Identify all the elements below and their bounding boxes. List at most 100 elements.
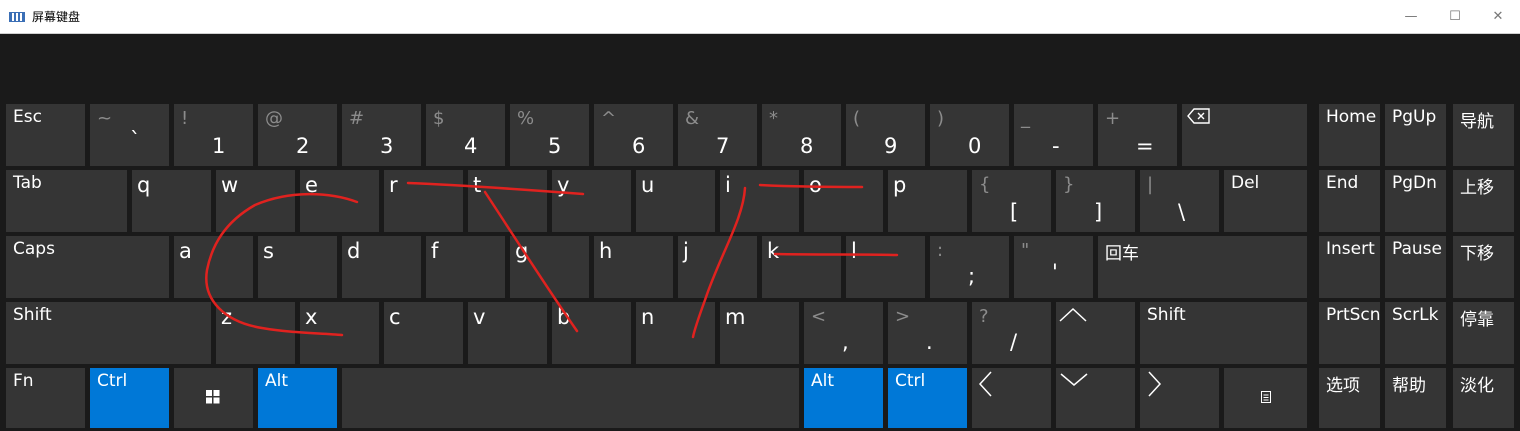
key-p[interactable]: p xyxy=(888,170,967,232)
key-arrow-left[interactable] xyxy=(972,368,1051,428)
key-x[interactable]: x xyxy=(300,302,379,364)
key-label: p xyxy=(893,173,907,197)
key-comma[interactable]: <, xyxy=(804,302,883,364)
key-left-alt[interactable]: Alt xyxy=(258,368,337,428)
key-context-menu[interactable] xyxy=(1224,368,1307,428)
key-label: l xyxy=(851,239,857,263)
key-pgdn[interactable]: PgDn xyxy=(1385,170,1446,232)
key-options[interactable]: 选项 xyxy=(1319,368,1380,428)
key-r[interactable]: r xyxy=(384,170,463,232)
key-semicolon[interactable]: :; xyxy=(930,236,1009,298)
key-left-shift[interactable]: Shift xyxy=(6,302,211,364)
key-prtscn[interactable]: PrtScn xyxy=(1319,302,1380,364)
key-i[interactable]: i xyxy=(720,170,799,232)
key-arrow-right[interactable] xyxy=(1140,368,1219,428)
key-backslash[interactable]: | \ xyxy=(1140,170,1219,232)
key-0[interactable]: ) 0 xyxy=(930,104,1009,166)
key-esc[interactable]: Esc xyxy=(6,104,85,166)
key-fade[interactable]: 淡化 xyxy=(1453,368,1514,428)
key-n[interactable]: n xyxy=(636,302,715,364)
key-equals[interactable]: + = xyxy=(1098,104,1177,166)
key-label: 1 xyxy=(212,134,226,158)
key-7[interactable]: & 7 xyxy=(678,104,757,166)
key-shift-label: + xyxy=(1105,108,1121,129)
key-windows[interactable] xyxy=(174,368,253,428)
window-title: 屏幕键盘 xyxy=(32,10,81,24)
key-tab[interactable]: Tab xyxy=(6,170,127,232)
key-slash[interactable]: ? / xyxy=(972,302,1051,364)
key-dock[interactable]: 停靠 xyxy=(1453,302,1514,364)
key-u[interactable]: u xyxy=(636,170,715,232)
key-8[interactable]: * 8 xyxy=(762,104,841,166)
key-move-down[interactable]: 下移 xyxy=(1453,236,1514,298)
key-g[interactable]: g xyxy=(510,236,589,298)
key-caps[interactable]: Caps xyxy=(6,236,169,298)
key-delete[interactable]: Del xyxy=(1224,170,1307,232)
close-button[interactable]: ✕ xyxy=(1475,0,1520,33)
key-5[interactable]: % 5 xyxy=(510,104,589,166)
windows-icon xyxy=(206,390,220,404)
key-j[interactable]: j xyxy=(678,236,757,298)
key-k[interactable]: k xyxy=(762,236,841,298)
key-pgup[interactable]: PgUp xyxy=(1385,104,1446,166)
key-backtick[interactable]: ~ ` xyxy=(90,104,169,166)
key-arrow-up[interactable] xyxy=(1056,302,1135,364)
key-4[interactable]: $4 xyxy=(426,104,505,166)
key-t[interactable]: t xyxy=(468,170,547,232)
key-y[interactable]: y xyxy=(552,170,631,232)
key-left-bracket[interactable]: {[ xyxy=(972,170,1051,232)
key-quote[interactable]: " ' xyxy=(1014,236,1093,298)
key-home[interactable]: Home xyxy=(1319,104,1380,166)
key-o[interactable]: o xyxy=(804,170,883,232)
key-f[interactable]: f xyxy=(426,236,505,298)
key-minus[interactable]: _ - xyxy=(1014,104,1093,166)
key-left-ctrl[interactable]: Ctrl xyxy=(90,368,169,428)
key-space[interactable] xyxy=(342,368,799,428)
key-b[interactable]: b xyxy=(552,302,631,364)
key-e[interactable]: e xyxy=(300,170,379,232)
key-v[interactable]: v xyxy=(468,302,547,364)
key-l[interactable]: l xyxy=(846,236,925,298)
key-end[interactable]: End xyxy=(1319,170,1380,232)
key-right-alt[interactable]: Alt xyxy=(804,368,883,428)
key-label: b xyxy=(557,305,571,329)
key-m[interactable]: m xyxy=(720,302,799,364)
key-label: t xyxy=(473,173,482,197)
key-pause[interactable]: Pause xyxy=(1385,236,1446,298)
arrow-left-icon xyxy=(978,371,992,397)
maximize-button[interactable]: ☐ xyxy=(1432,0,1478,33)
key-6[interactable]: ^ 6 xyxy=(594,104,673,166)
key-1[interactable]: ! 1 xyxy=(174,104,253,166)
key-z[interactable]: z xyxy=(216,302,295,364)
key-label: . xyxy=(926,330,933,354)
key-enter[interactable]: 回车 xyxy=(1098,236,1307,298)
key-right-ctrl[interactable]: Ctrl xyxy=(888,368,967,428)
key-s[interactable]: s xyxy=(258,236,337,298)
minimize-button[interactable]: — xyxy=(1388,0,1434,33)
key-label: Shift xyxy=(1147,305,1186,325)
key-w[interactable]: w xyxy=(216,170,295,232)
key-a[interactable]: a xyxy=(174,236,253,298)
key-d[interactable]: d xyxy=(342,236,421,298)
key-label: ScrLk xyxy=(1392,305,1439,325)
key-3[interactable]: #3 xyxy=(342,104,421,166)
key-move-up[interactable]: 上移 xyxy=(1453,170,1514,232)
key-label: 3 xyxy=(380,134,394,158)
key-fn[interactable]: Fn xyxy=(6,368,85,428)
key-label: Alt xyxy=(811,371,835,391)
key-arrow-down[interactable] xyxy=(1056,368,1135,428)
key-period[interactable]: >. xyxy=(888,302,967,364)
key-backspace[interactable] xyxy=(1182,104,1307,166)
key-c[interactable]: c xyxy=(384,302,463,364)
key-label: Insert xyxy=(1326,239,1375,259)
key-2[interactable]: @2 xyxy=(258,104,337,166)
key-help[interactable]: 帮助 xyxy=(1385,368,1446,428)
key-navigate[interactable]: 导航 xyxy=(1453,104,1514,166)
key-scrlk[interactable]: ScrLk xyxy=(1385,302,1446,364)
key-right-bracket[interactable]: }] xyxy=(1056,170,1135,232)
key-9[interactable]: (9 xyxy=(846,104,925,166)
key-insert[interactable]: Insert xyxy=(1319,236,1380,298)
key-q[interactable]: q xyxy=(132,170,211,232)
key-right-shift[interactable]: Shift xyxy=(1140,302,1307,364)
key-h[interactable]: h xyxy=(594,236,673,298)
